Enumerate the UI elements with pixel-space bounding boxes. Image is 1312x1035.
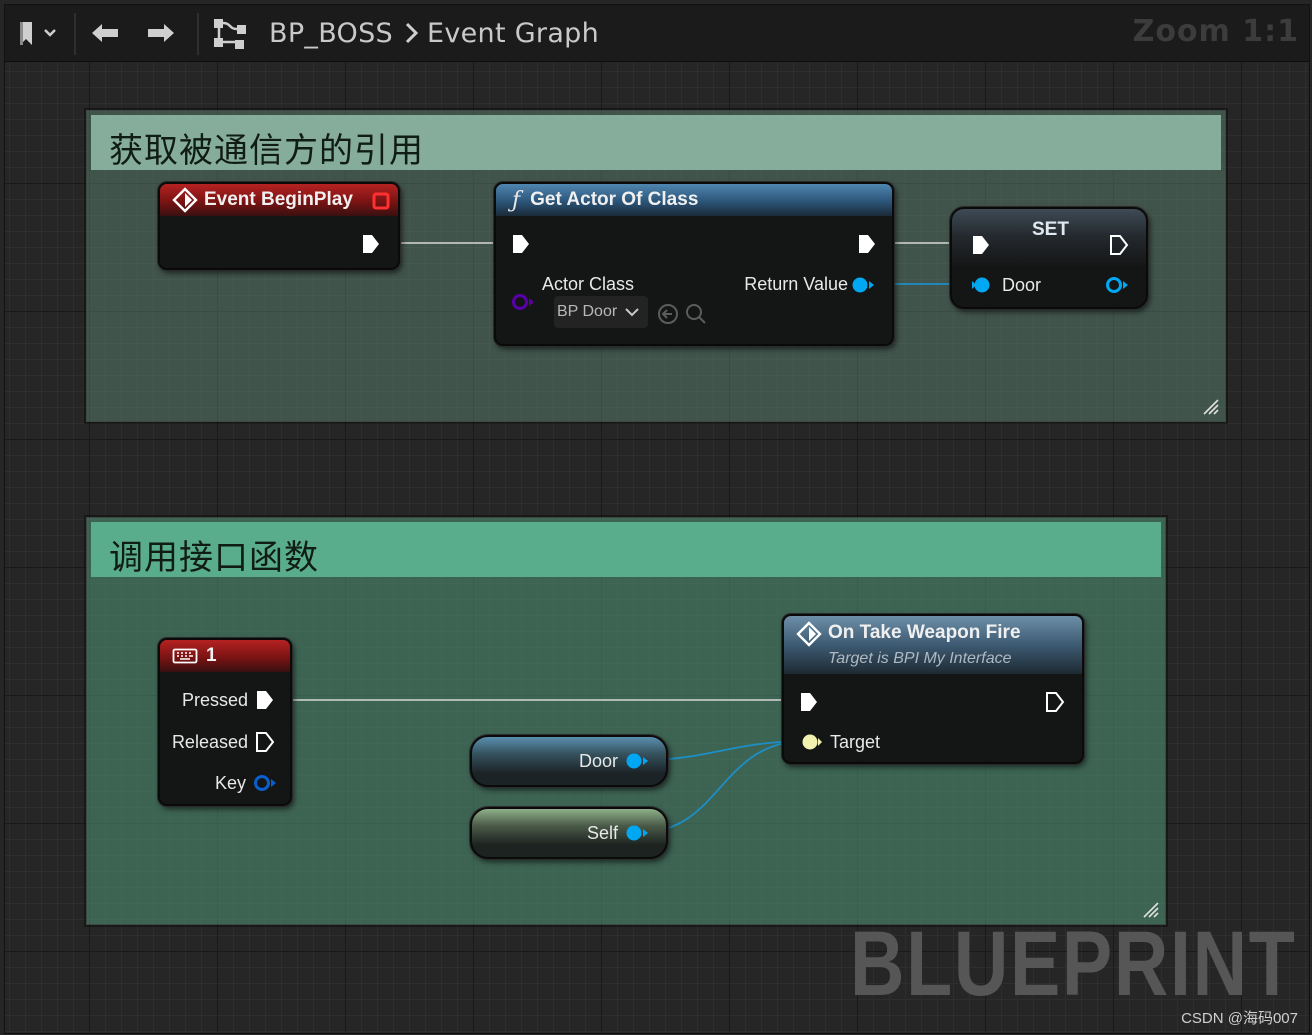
zoom-level: Zoom 1:1 — [1132, 14, 1299, 49]
resize-grip-icon[interactable] — [1201, 397, 1219, 415]
arrow-right-icon — [148, 24, 174, 42]
exec-in-pin[interactable] — [970, 233, 992, 257]
exec-out-pin[interactable] — [1044, 690, 1066, 714]
search-icon[interactable] — [684, 302, 708, 326]
node-on-take-weapon-fire[interactable]: On Take Weapon Fire Target is BPI My Int… — [782, 614, 1084, 764]
delegate-pin-icon[interactable] — [372, 192, 390, 210]
door-output-pin[interactable] — [1104, 275, 1130, 295]
blueprint-watermark: BLUEPRINT — [850, 913, 1297, 1015]
return-value-label: Return Value — [744, 274, 848, 294]
credit-text: CSDN @海码007 — [1181, 1010, 1298, 1027]
door-input-pin[interactable] — [970, 275, 996, 295]
dropdown-value: BP Door — [557, 303, 618, 320]
node-title: On Take Weapon Fire — [828, 622, 1021, 643]
self-label: Self — [586, 823, 618, 843]
event-icon — [172, 187, 198, 213]
node-get-door[interactable]: Door — [470, 735, 668, 787]
node-set-door[interactable]: SET Door — [950, 207, 1148, 309]
released-exec-pin[interactable] — [254, 730, 276, 754]
reset-arrow-icon[interactable] — [656, 302, 680, 326]
actor-class-dropdown[interactable]: BP Door — [554, 296, 648, 328]
breadcrumb-current[interactable]: Event Graph — [427, 18, 599, 49]
target-label: Target — [830, 732, 881, 752]
actor-class-pin[interactable] — [510, 292, 536, 312]
node-get-actor-of-class[interactable]: ƒ Get Actor Of Class Actor Class Return … — [494, 182, 894, 346]
node-subtitle: Target is BPI My Interface — [828, 650, 1012, 667]
arrow-left-icon — [92, 24, 118, 42]
pressed-exec-pin[interactable] — [254, 688, 276, 712]
node-key-1[interactable]: 1 Pressed Released Key — [158, 638, 292, 806]
comment-title[interactable]: 获取被通信方的引用 — [109, 123, 424, 172]
node-title: 1 — [206, 645, 217, 666]
comment-header[interactable]: 调用接口函数 — [91, 522, 1161, 579]
comment-title[interactable]: 调用接口函数 — [109, 530, 319, 579]
door-label: Door — [1002, 275, 1042, 295]
event-icon — [796, 621, 822, 647]
key-label: Key — [214, 773, 246, 793]
return-value-pin[interactable] — [850, 275, 876, 295]
toolbar-divider — [74, 13, 76, 55]
node-title: Get Actor Of Class — [530, 189, 699, 210]
self-output-pin[interactable] — [624, 823, 650, 843]
bookmark-button[interactable] — [15, 5, 59, 61]
toolbar-divider — [197, 13, 199, 55]
forward-button[interactable] — [145, 5, 177, 61]
target-pin[interactable] — [798, 732, 824, 752]
pressed-label: Pressed — [181, 690, 248, 710]
keyboard-icon — [172, 648, 198, 664]
graph-toolbar: BP_BOSS Event Graph Zoom 1:1 — [5, 5, 1309, 62]
node-event-beginplay[interactable]: Event BeginPlay — [158, 182, 400, 270]
actor-class-label: Actor Class — [542, 274, 635, 294]
graph-icon — [211, 5, 249, 61]
node-title: Event BeginPlay — [204, 189, 353, 210]
breadcrumb-root[interactable]: BP_BOSS — [269, 18, 393, 49]
key-struct-pin[interactable] — [252, 773, 278, 793]
door-variable-label: Door — [578, 751, 618, 771]
node-title: SET — [1032, 219, 1069, 240]
exec-in-pin[interactable] — [510, 232, 532, 256]
chevron-down-icon — [625, 308, 639, 317]
back-button[interactable] — [89, 5, 121, 61]
node-self-reference[interactable]: Self — [470, 807, 668, 859]
released-label: Released — [171, 732, 248, 752]
exec-out-pin[interactable] — [1108, 233, 1130, 257]
door-output-pin[interactable] — [624, 751, 650, 771]
exec-out-pin[interactable] — [360, 232, 382, 256]
exec-out-pin[interactable] — [856, 232, 878, 256]
comment-header[interactable]: 获取被通信方的引用 — [91, 115, 1221, 172]
breadcrumb-separator-icon — [405, 22, 419, 44]
function-icon: ƒ — [512, 187, 521, 213]
exec-in-pin[interactable] — [798, 690, 820, 714]
bookmark-icon — [20, 22, 56, 45]
chevron-down-icon — [44, 29, 56, 37]
